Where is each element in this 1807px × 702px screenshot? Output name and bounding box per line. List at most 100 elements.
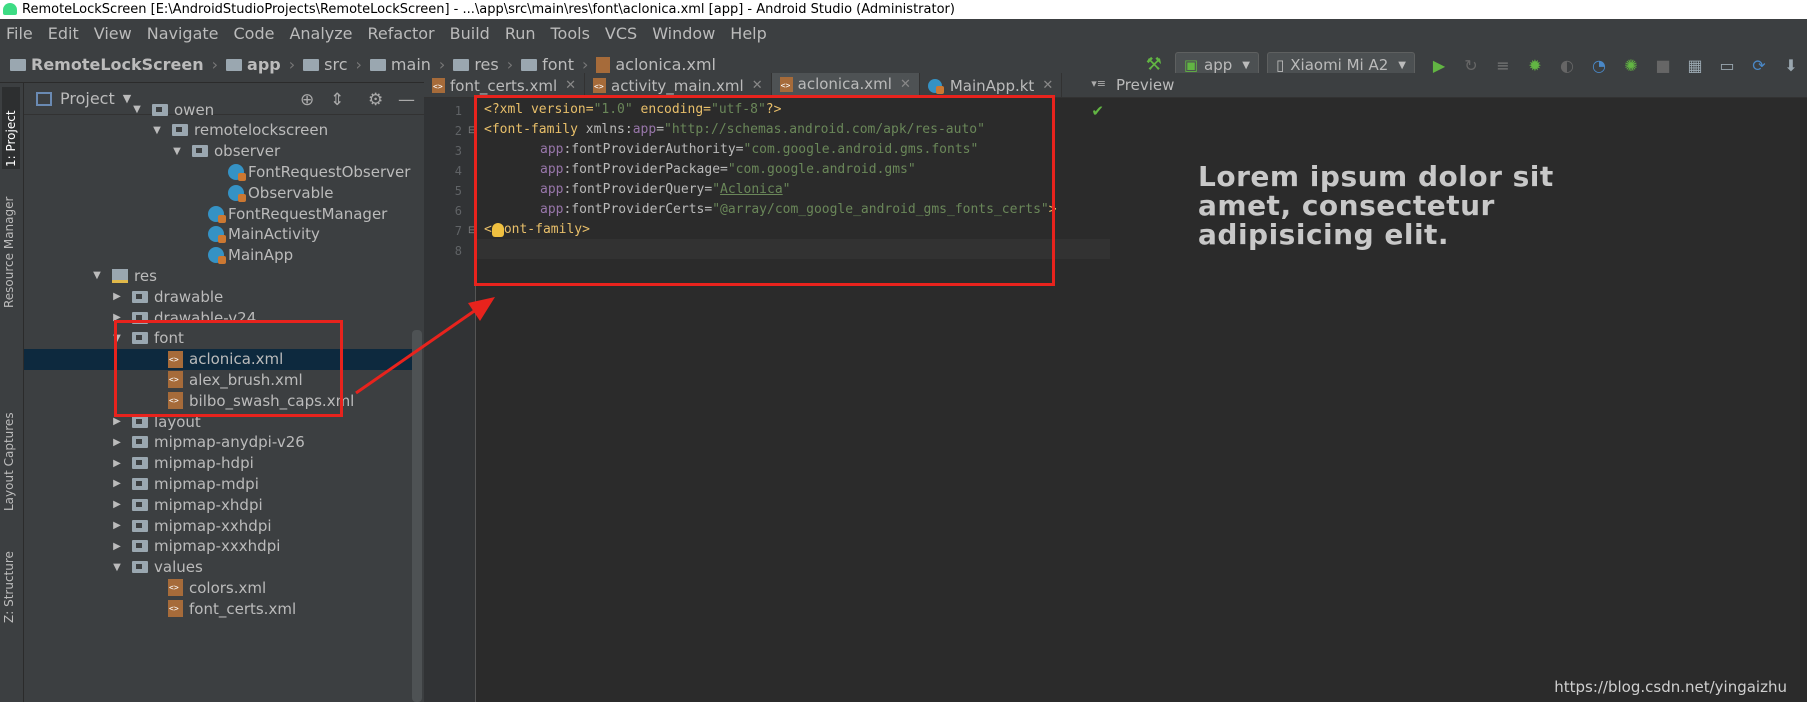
tree-item[interactable]: MainApp xyxy=(24,245,412,266)
collapsed-arrow-icon[interactable]: ▶ xyxy=(110,478,124,489)
tab-label: font_certs.xml xyxy=(450,76,558,95)
tab-project[interactable]: 1: Project xyxy=(2,87,20,169)
menu-build[interactable]: Build xyxy=(450,24,490,43)
folder-icon xyxy=(152,103,168,116)
kotlin-class-icon xyxy=(228,163,246,181)
folder-icon xyxy=(192,145,208,158)
close-icon[interactable]: ✕ xyxy=(900,77,911,92)
line-number: 8 xyxy=(454,244,462,258)
tree-item[interactable]: ▼ owen xyxy=(24,99,412,120)
tree-item[interactable]: ▶ mipmap-xxxhdpi xyxy=(24,536,412,557)
collapsed-arrow-icon[interactable]: ▶ xyxy=(110,458,124,469)
menu-edit[interactable]: Edit xyxy=(48,24,79,43)
collapsed-arrow-icon[interactable]: ▶ xyxy=(110,437,124,448)
tree-item-label: mipmap-xxhdpi xyxy=(154,516,272,535)
menu-navigate[interactable]: Navigate xyxy=(147,24,219,43)
collapsed-arrow-icon[interactable]: ▶ xyxy=(110,291,124,302)
tree-item[interactable]: ▼ observer xyxy=(24,141,412,162)
tree-item[interactable]: ▶ mipmap-hdpi xyxy=(24,453,412,474)
tree-item-label: mipmap-mdpi xyxy=(154,474,259,493)
menu-file[interactable]: File xyxy=(6,24,33,43)
menu-code[interactable]: Code xyxy=(234,24,275,43)
chevron-right-icon: › xyxy=(438,55,446,74)
close-icon[interactable]: ✕ xyxy=(565,78,576,93)
tree-item[interactable]: FontRequestObserver xyxy=(24,161,412,182)
expanded-arrow-icon[interactable]: ▼ xyxy=(90,270,104,281)
xml-file-icon xyxy=(596,56,611,73)
tree-item[interactable]: ▶ mipmap-xxhdpi xyxy=(24,515,412,536)
breadcrumb-label: font xyxy=(542,55,574,74)
tab-label: MainApp.kt xyxy=(949,76,1035,95)
close-icon[interactable]: ✕ xyxy=(1042,78,1053,93)
tree-item-label: remotelockscreen xyxy=(194,121,329,140)
tab-list-icon[interactable]: ▾≡ xyxy=(1091,77,1106,90)
tree-item[interactable]: FontRequestManager xyxy=(24,203,412,224)
breadcrumb-label: src xyxy=(324,55,348,74)
project-folder-icon xyxy=(10,58,26,71)
folder-icon xyxy=(172,124,188,137)
tab-resource-manager[interactable]: Resource Manager xyxy=(2,188,16,308)
tree-item[interactable]: ▼ values xyxy=(24,557,412,578)
inspection-ok-icon[interactable]: ✔ xyxy=(1091,102,1104,120)
menu-window[interactable]: Window xyxy=(652,24,715,43)
tree-item-label: drawable xyxy=(154,287,224,306)
xml-file-icon xyxy=(779,76,793,92)
collapsed-arrow-icon[interactable]: ▶ xyxy=(110,416,124,427)
breadcrumb-app[interactable]: app xyxy=(226,55,281,74)
line-number: 1 xyxy=(454,104,462,118)
line-number: 4 xyxy=(454,164,462,178)
line-number: 5 xyxy=(454,184,462,198)
tab-structure[interactable]: Z: Structure xyxy=(2,533,16,623)
tree-item[interactable]: Observable xyxy=(24,182,412,203)
build-hammer-icon[interactable]: ⚒ xyxy=(1145,56,1163,74)
tree-item[interactable]: MainActivity xyxy=(24,224,412,245)
tab-layout-captures[interactable]: Layout Captures xyxy=(2,401,16,511)
chevron-right-icon: › xyxy=(581,55,589,74)
folder-icon xyxy=(132,561,148,574)
menu-refactor[interactable]: Refactor xyxy=(368,24,435,43)
menu-vcs[interactable]: VCS xyxy=(605,24,637,43)
tree-item[interactable]: ▶ mipmap-anydpi-v26 xyxy=(24,432,412,453)
tree-item[interactable]: ▼ res xyxy=(24,265,412,286)
menu-analyze[interactable]: Analyze xyxy=(289,24,352,43)
tree-item[interactable]: colors.xml xyxy=(24,577,412,598)
tree-item-label: mipmap-xxxhdpi xyxy=(154,537,281,556)
breadcrumb-project[interactable]: RemoteLockScreen xyxy=(10,55,204,74)
left-tool-strip: 1: Project Resource Manager Layout Captu… xyxy=(0,83,24,702)
folder-icon xyxy=(303,58,320,71)
close-icon[interactable]: ✕ xyxy=(752,78,763,93)
menu-run[interactable]: Run xyxy=(505,24,536,43)
annotation-box-code xyxy=(474,95,1055,286)
tree-item-label: FontRequestObserver xyxy=(248,162,411,181)
font-preview-text: Lorem ipsum dolor sit amet, consectetur … xyxy=(1198,160,1554,251)
collapsed-arrow-icon[interactable]: ▶ xyxy=(110,499,124,510)
menu-tools[interactable]: Tools xyxy=(551,24,590,43)
expanded-arrow-icon[interactable]: ▼ xyxy=(170,146,184,157)
tree-item-label: MainApp xyxy=(228,246,294,265)
breadcrumb-main[interactable]: main xyxy=(369,55,431,74)
menu-view[interactable]: View xyxy=(94,24,132,43)
breadcrumb-label: main xyxy=(390,55,431,74)
menu-bar: File Edit View Navigate Code Analyze Ref… xyxy=(0,19,1807,47)
expanded-arrow-icon[interactable]: ▼ xyxy=(110,562,124,573)
tree-item[interactable]: ▶ mipmap-mdpi xyxy=(24,473,412,494)
editor-gutter: 1 2 3 4 5 6 7 8 ⊟ ⊟ xyxy=(424,98,476,702)
xml-file-icon xyxy=(432,78,445,93)
expanded-arrow-icon[interactable]: ▼ xyxy=(130,104,144,115)
chevron-right-icon: › xyxy=(506,55,514,74)
collapsed-arrow-icon[interactable]: ▶ xyxy=(110,541,124,552)
tree-item-label: font_certs.xml xyxy=(189,599,297,618)
line-number: 6 xyxy=(454,204,462,218)
menu-help[interactable]: Help xyxy=(730,24,766,43)
tree-item[interactable]: ▶ mipmap-xhdpi xyxy=(24,494,412,515)
tree-item[interactable]: font_certs.xml xyxy=(24,598,412,619)
breadcrumb-file[interactable]: aclonica.xml xyxy=(596,55,716,74)
tree-item[interactable]: ▼ remotelockscreen xyxy=(24,120,412,141)
breadcrumb-res[interactable]: res xyxy=(453,55,499,74)
collapsed-arrow-icon[interactable]: ▶ xyxy=(110,520,124,531)
breadcrumb-src[interactable]: src xyxy=(303,55,348,74)
expanded-arrow-icon[interactable]: ▼ xyxy=(150,125,164,136)
breadcrumb-label: res xyxy=(474,55,499,74)
tab-label: activity_main.xml xyxy=(611,76,744,95)
breadcrumb-font[interactable]: font xyxy=(521,55,574,74)
